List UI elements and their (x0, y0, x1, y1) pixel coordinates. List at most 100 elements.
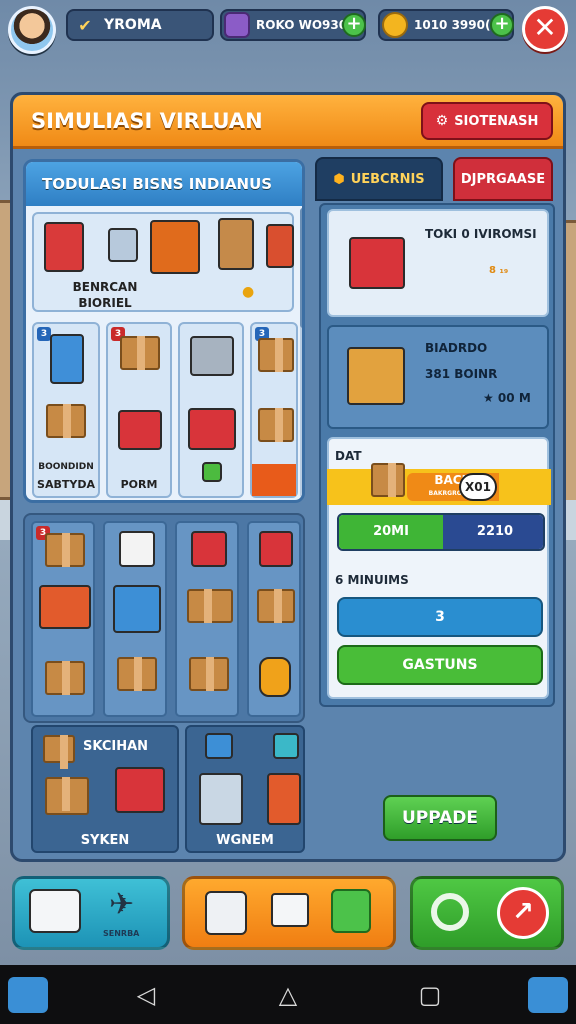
box-icon (45, 533, 85, 567)
upgrade-button[interactable]: UPPADE (383, 795, 497, 841)
vending-icon (205, 891, 247, 935)
bottom-delivery-button[interactable]: ✈ SENRBA (12, 876, 170, 950)
box-icon (258, 338, 294, 372)
produce-stand-icon (188, 408, 236, 450)
selected-item-card[interactable]: BIADRDO 381 BOINR ★ 00 M (327, 325, 549, 429)
panel-header: SIMULIASI VIRLUAN ⚙ SIOTENASH (13, 95, 563, 149)
speed-icon: ↗ (497, 887, 549, 939)
package-icon (271, 893, 309, 927)
home-icon[interactable]: △ (268, 977, 308, 1013)
quantity-button[interactable]: 3 (337, 597, 543, 637)
add-gems-button[interactable]: + (342, 13, 366, 37)
boost-app-icon[interactable] (528, 977, 568, 1013)
back-icon[interactable]: ◁ (126, 977, 166, 1013)
vending-machine-icon (44, 222, 84, 272)
shop-label-2: BIORIEL (78, 296, 132, 310)
grid-cell[interactable] (103, 521, 167, 717)
barrel-icon (259, 657, 291, 697)
player-name-pill[interactable]: ✔ YROMA (66, 9, 214, 41)
tab-business-label: UEBCRNIS (350, 171, 425, 187)
panel-tabs: ⬢ UEBCRNIS DJPRGAASE (315, 157, 553, 201)
confirm-button[interactable]: GASTUNS (337, 645, 543, 685)
header-action-button[interactable]: ⚙ SIOTENASH (421, 102, 553, 140)
table-icon (29, 889, 81, 933)
header-action-label: SIOTENASH (454, 113, 539, 129)
box-icon (120, 336, 160, 370)
catalog-item[interactable] (178, 322, 244, 498)
card-title: SKCIHAN (83, 739, 149, 754)
item-label-small: BOONDIDN (38, 462, 94, 472)
coin-icon: ● (242, 284, 255, 300)
terminal-icon (273, 733, 299, 759)
shop-item-price: 8 ₁₉ (489, 265, 509, 276)
grid-cell[interactable]: 3 (31, 521, 95, 717)
shop-label-1: BENRCAN (72, 280, 138, 294)
washer-icon (113, 585, 161, 633)
gem-icon (224, 12, 250, 38)
bottom-shop-button[interactable] (182, 876, 396, 950)
coin-amount: 1010 3990( (414, 18, 491, 32)
shop-item-card[interactable]: TOKI 0 IVIROMSI 8 ₁₉ (327, 209, 549, 317)
sign-icon (266, 224, 294, 268)
box-icon (258, 408, 294, 442)
register-icon (108, 228, 138, 262)
tab-purchase[interactable]: DJPRGAASE (453, 157, 553, 201)
item-label: SABTYDA (37, 478, 95, 491)
storage-card[interactable]: SKCIHAN SYKEN (31, 725, 179, 853)
warehouse-card[interactable]: WGNEM (185, 725, 305, 853)
dat-label: DAT (335, 449, 362, 463)
box-icon (189, 657, 229, 691)
plant-icon (202, 462, 222, 482)
player-avatar[interactable] (8, 6, 56, 54)
coin-currency-pill: 1010 3990( + (378, 9, 514, 41)
box-icon (46, 404, 86, 438)
batch-count: X01 (459, 473, 497, 501)
plane-icon: ✈ (109, 887, 135, 922)
gem-amount: ROKO WO930 (256, 18, 348, 32)
box-icon (45, 661, 85, 695)
checkmark-icon: ✔ (78, 15, 92, 35)
gem-currency-pill: ROKO WO930 + (220, 9, 366, 41)
business-catalog: TODULASI BISNS INDIANUS BENRCAN BIORIEL … (23, 159, 305, 503)
box-icon (371, 463, 405, 497)
store-app-icon[interactable] (8, 977, 48, 1013)
stall-icon (118, 410, 162, 450)
box-icon (117, 657, 157, 691)
box-icon (45, 777, 89, 815)
split-left: 20MI (339, 515, 443, 549)
featured-shop-tile[interactable]: BENRCAN BIORIEL ● (32, 212, 294, 312)
cash-icon (331, 889, 371, 933)
cabinet-icon (267, 773, 301, 825)
grid-cell[interactable] (175, 521, 239, 717)
top-bar: ✔ YROMA ROKO WO930 + 1010 3990( + ✕ (0, 0, 576, 62)
catalog-item[interactable]: 3 (250, 322, 298, 498)
selected-item-rating: ★ 00 M (483, 391, 531, 405)
card-subtitle: SYKEN (80, 833, 130, 848)
split-meter: 20MI 2210 (337, 513, 545, 551)
item-label: PORM (120, 478, 158, 491)
player-name: YROMA (104, 17, 162, 33)
panel-title: SIMULIASI VIRLUAN (31, 109, 263, 133)
level-badge: 3 (37, 327, 51, 341)
recents-icon[interactable]: ▢ (410, 977, 450, 1013)
detail-panel: TOKI 0 IVIROMSI 8 ₁₉ BIADRDO 381 BOINR ★… (319, 203, 555, 707)
catalog-scrollbar[interactable] (300, 208, 302, 498)
close-button[interactable]: ✕ (522, 6, 568, 52)
minuims-label: 6 MINUIMS (335, 573, 409, 587)
gear-icon (431, 893, 469, 931)
catalog-item[interactable]: 3 BOONDIDN SABTYDA (32, 322, 100, 498)
grid-cell[interactable] (247, 521, 301, 717)
catalog-item[interactable]: 3 PORM (106, 322, 172, 498)
selected-item-subtitle: 381 BOINR (425, 367, 498, 381)
simulation-panel: SIMULIASI VIRLUAN ⚙ SIOTENASH TODULASI B… (10, 92, 566, 862)
add-coins-button[interactable]: + (490, 13, 514, 37)
system-nav-bar: ◁ △ ▢ (0, 965, 576, 1024)
box-icon (257, 589, 295, 623)
coin-icon (382, 12, 408, 38)
tab-business[interactable]: ⬢ UEBCRNIS (315, 157, 443, 201)
batch-bar: BACH BAKRGROTIRB X01 (327, 463, 551, 505)
gift-icon (259, 531, 293, 567)
scroll-thumb[interactable] (300, 208, 302, 328)
crate-stack-icon (150, 220, 200, 274)
bottom-settings-button[interactable]: ↗ (410, 876, 564, 950)
